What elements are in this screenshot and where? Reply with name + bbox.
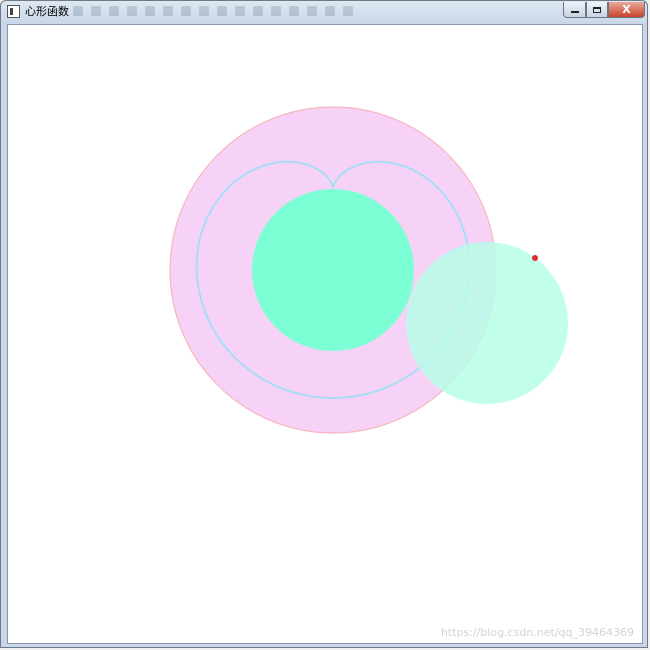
minimize-button[interactable] — [563, 2, 586, 18]
drawing-canvas: https://blog.csdn.net/qq_39464369 — [7, 24, 643, 644]
rolling-green-circle — [406, 242, 568, 404]
close-icon: X — [622, 2, 631, 16]
minimize-icon — [570, 11, 579, 13]
watermark: https://blog.csdn.net/qq_39464369 — [440, 626, 634, 639]
background-toolbar-ghost — [73, 6, 363, 18]
cardioid-scene — [169, 106, 568, 434]
title-bar[interactable]: 心形函数 X — [1, 1, 647, 23]
app-window: 心形函数 X https://blog.csdn.net/qq_39464369 — [0, 0, 648, 648]
app-icon — [7, 5, 20, 18]
maximize-button[interactable] — [586, 2, 608, 18]
window-title: 心形函数 — [25, 5, 69, 18]
fixed-green-circle — [252, 189, 414, 351]
tracing-point — [532, 255, 538, 261]
close-button[interactable]: X — [608, 2, 645, 18]
maximize-icon — [593, 6, 601, 13]
